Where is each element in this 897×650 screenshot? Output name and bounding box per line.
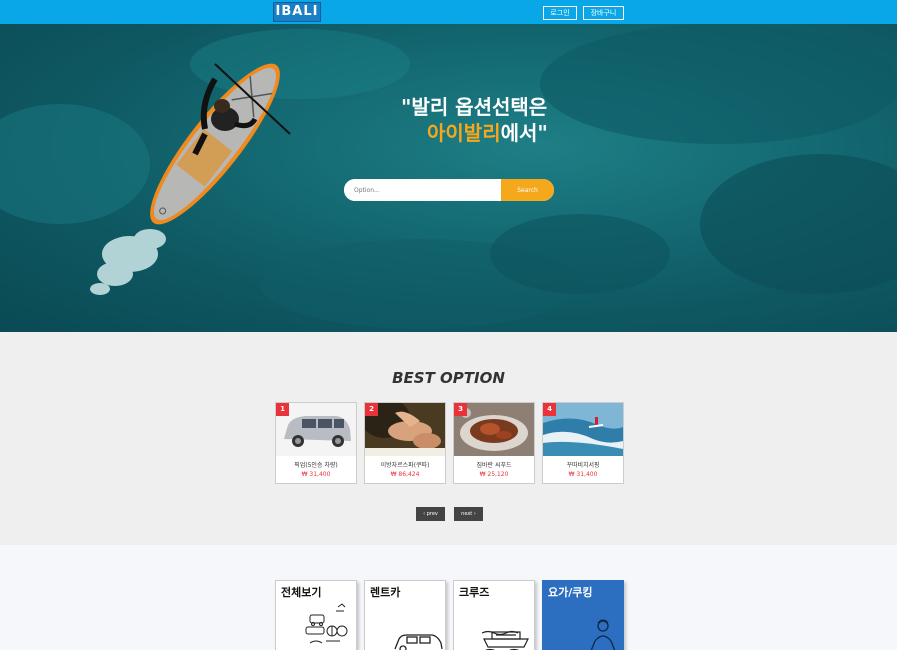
category-rentcar[interactable]: 렌트카 [364,580,446,650]
best-option-card[interactable]: 4 꾸따비치서핑 ₩ 31,400 [542,402,624,484]
hero-headline: "발리 옵션선택은 아이발리에서" [401,94,548,146]
option-price: ₩ 25,120 [479,471,509,478]
car-icon [394,634,443,650]
hero-banner: "발리 옵션선택은 아이발리에서" Search [0,24,897,332]
best-option-card[interactable]: 3 짐바란 씨푸드 ₩ 25,120 [453,402,535,484]
category-yoga-cooking[interactable]: 요가/쿠킹 [542,580,624,650]
rank-badge: 4 [543,403,556,416]
cart-button[interactable]: 장바구니 [583,6,624,20]
headline-highlight: 아이발리 [427,121,501,145]
rank-badge: 1 [276,403,289,416]
ocean-paddleboard-photo [0,24,897,329]
headline-line-2: 아이발리에서" [427,120,548,146]
option-name: 꾸따비치서핑 [566,462,600,469]
prev-button[interactable]: ‹ prev [416,507,445,521]
option-search-input[interactable] [344,179,501,201]
rank-badge: 3 [454,403,467,416]
top-navigation-bar: IBALI 로그인 장바구니 [0,0,897,24]
vehicles-collage-icon [305,603,348,644]
best-option-card[interactable]: 1 픽업(5인승 차량) ₩ 31,400 [275,402,357,484]
option-price: ₩ 31,400 [301,471,331,478]
option-name: 짐바란 씨푸드 [476,462,512,469]
search-button[interactable]: Search [501,179,554,201]
option-price: ₩ 86,424 [390,471,420,478]
headline-line-2-rest: 에서" [500,121,548,145]
option-name: 이방자르스파(쿠따) [380,462,430,469]
best-option-title: BEST OPTION [392,369,505,387]
rank-badge: 2 [365,403,378,416]
option-search-bar: Search [344,179,554,201]
headline-line-1: "발리 옵션선택은 [401,95,548,119]
cruise-ship-icon [481,630,529,650]
yoga-person-icon [590,619,616,650]
category-section: 전체보기 렌트카 크루즈 요가/쿠킹 [0,545,897,650]
category-all[interactable]: 전체보기 [275,580,357,650]
login-button[interactable]: 로그인 [543,6,577,20]
best-option-section: BEST OPTION 1 픽업(5인승 차량) ₩ 31,400 2 이방자르… [0,332,897,545]
option-price: ₩ 31,400 [568,471,598,478]
category-cruise[interactable]: 크루즈 [453,580,535,650]
ibali-logo[interactable]: IBALI [273,2,321,22]
best-option-card[interactable]: 2 이방자르스파(쿠따) ₩ 86,424 [364,402,446,484]
option-name: 픽업(5인승 차량) [294,462,338,469]
next-button[interactable]: next › [454,507,483,521]
